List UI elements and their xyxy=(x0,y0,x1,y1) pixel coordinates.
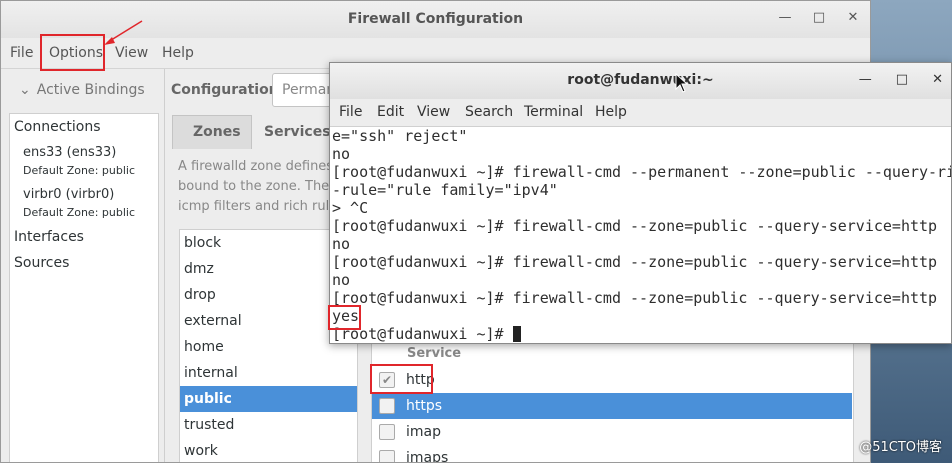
yes-highlight-box xyxy=(328,305,361,330)
menu-file[interactable]: File xyxy=(10,45,33,61)
zone-item-label: home xyxy=(184,339,224,355)
menu-help[interactable]: Help xyxy=(162,45,194,61)
connection-zone: Default Zone: public xyxy=(23,164,135,177)
terminal-menubar: File Edit View Search Terminal Help xyxy=(330,99,951,127)
zone-item[interactable]: work xyxy=(180,438,357,462)
chevron-down-icon: ⌄ xyxy=(19,82,31,98)
checkbox[interactable] xyxy=(379,398,395,414)
zone-item-label: dmz xyxy=(184,261,214,277)
service-row[interactable]: imaps xyxy=(372,445,852,463)
terminal-window-controls: — □ ✕ xyxy=(859,72,943,87)
terminal-line: no xyxy=(332,271,351,289)
service-name: imap xyxy=(406,424,441,440)
terminal-menu-view[interactable]: View xyxy=(417,104,450,120)
zone-item-label: external xyxy=(184,313,242,329)
zone-item-label: internal xyxy=(184,365,238,381)
mouse-pointer-icon xyxy=(675,73,689,93)
description-line: icmp filters and rich rule xyxy=(178,199,338,214)
service-list: Service ✔ http https imap imaps xyxy=(371,341,854,463)
http-highlight-box xyxy=(370,364,433,394)
service-row-selected[interactable]: https xyxy=(372,393,852,419)
zone-item-label: work xyxy=(184,443,218,459)
configuration-label: Configuration: xyxy=(171,82,285,98)
terminal-line: [root@fudanwuxi ~]# firewall-cmd --zone=… xyxy=(332,289,938,307)
watermark: @51CTO博客 xyxy=(859,440,942,455)
service-row[interactable]: ✔ http xyxy=(372,367,852,393)
interfaces-header[interactable]: Interfaces xyxy=(14,229,84,245)
terminal-menu-edit[interactable]: Edit xyxy=(377,104,404,120)
tab-services-label: Services xyxy=(264,124,331,140)
terminal-line: [root@fudanwuxi ~]# firewall-cmd --perma… xyxy=(332,163,952,181)
terminal-line: [root@fudanwuxi ~]# firewall-cmd --zone=… xyxy=(332,253,938,271)
terminal-line: e="ssh" reject" xyxy=(332,127,468,145)
connection-zone: Default Zone: public xyxy=(23,206,135,219)
options-highlight-box xyxy=(40,34,105,71)
connections-header[interactable]: Connections xyxy=(14,119,101,135)
zone-item-label: trusted xyxy=(184,417,235,433)
firewall-window-controls: — □ ✕ xyxy=(778,10,860,25)
terminal-line: no xyxy=(332,145,351,163)
configuration-value: Perman xyxy=(282,82,336,98)
service-row[interactable]: imap xyxy=(372,419,852,445)
tab-zones[interactable]: Zones xyxy=(172,115,252,149)
zone-item-label: public xyxy=(184,391,232,407)
active-bindings-label: Active Bindings xyxy=(36,82,145,98)
terminal-menu-terminal[interactable]: Terminal xyxy=(524,104,583,120)
zone-item-selected[interactable]: public xyxy=(180,386,357,412)
checkbox[interactable] xyxy=(379,424,395,440)
zone-description: A firewalld zone defines bound to the zo… xyxy=(178,157,338,217)
description-line: bound to the zone. The xyxy=(178,179,330,194)
bindings-list: Connections ens33 (ens33) Default Zone: … xyxy=(9,113,159,462)
service-column-header: Service xyxy=(407,346,462,361)
terminal-window: root@fudanwuxi:~ — □ ✕ File Edit View Se… xyxy=(329,62,952,344)
tab-zones-label: Zones xyxy=(193,124,241,140)
terminal-menu-file[interactable]: File xyxy=(339,104,362,120)
terminal-line: -rule="rule family="ipv4" xyxy=(332,181,558,199)
terminal-line: > ^C xyxy=(332,199,369,217)
zone-item[interactable]: trusted xyxy=(180,412,357,438)
sources-header[interactable]: Sources xyxy=(14,255,69,271)
close-icon[interactable]: ✕ xyxy=(846,10,860,25)
terminal-line: [root@fudanwuxi ~]# firewall-cmd --zone=… xyxy=(332,217,938,235)
zone-item[interactable]: internal xyxy=(180,360,357,386)
maximize-icon[interactable]: □ xyxy=(896,72,908,87)
service-name: https xyxy=(406,398,443,414)
minimize-icon[interactable]: — xyxy=(859,72,872,87)
zone-item-label: block xyxy=(184,235,222,251)
zone-item-label: drop xyxy=(184,287,216,303)
close-icon[interactable]: ✕ xyxy=(932,72,943,87)
terminal-menu-search[interactable]: Search xyxy=(465,104,513,120)
red-arrow-icon xyxy=(104,20,143,45)
bindings-pane: ⌄ Active Bindings Connections ens33 (ens3… xyxy=(1,69,165,462)
terminal-titlebar: root@fudanwuxi:~ — □ ✕ xyxy=(330,63,951,100)
maximize-icon[interactable]: □ xyxy=(812,10,826,25)
connection-name[interactable]: virbr0 (virbr0) xyxy=(23,187,114,202)
minimize-icon[interactable]: — xyxy=(778,10,792,25)
terminal-menu-help[interactable]: Help xyxy=(595,104,627,120)
terminal-line: no xyxy=(332,235,351,253)
description-line: A firewalld zone defines xyxy=(178,159,334,174)
active-bindings-toggle[interactable]: ⌄ Active Bindings xyxy=(19,82,145,98)
service-name: imaps xyxy=(406,450,449,463)
terminal-output[interactable]: e="ssh" reject" no [root@fudanwuxi ~]# f… xyxy=(332,127,951,343)
connection-name[interactable]: ens33 (ens33) xyxy=(23,145,116,160)
terminal-cursor xyxy=(512,326,521,342)
checkbox[interactable] xyxy=(379,450,395,462)
